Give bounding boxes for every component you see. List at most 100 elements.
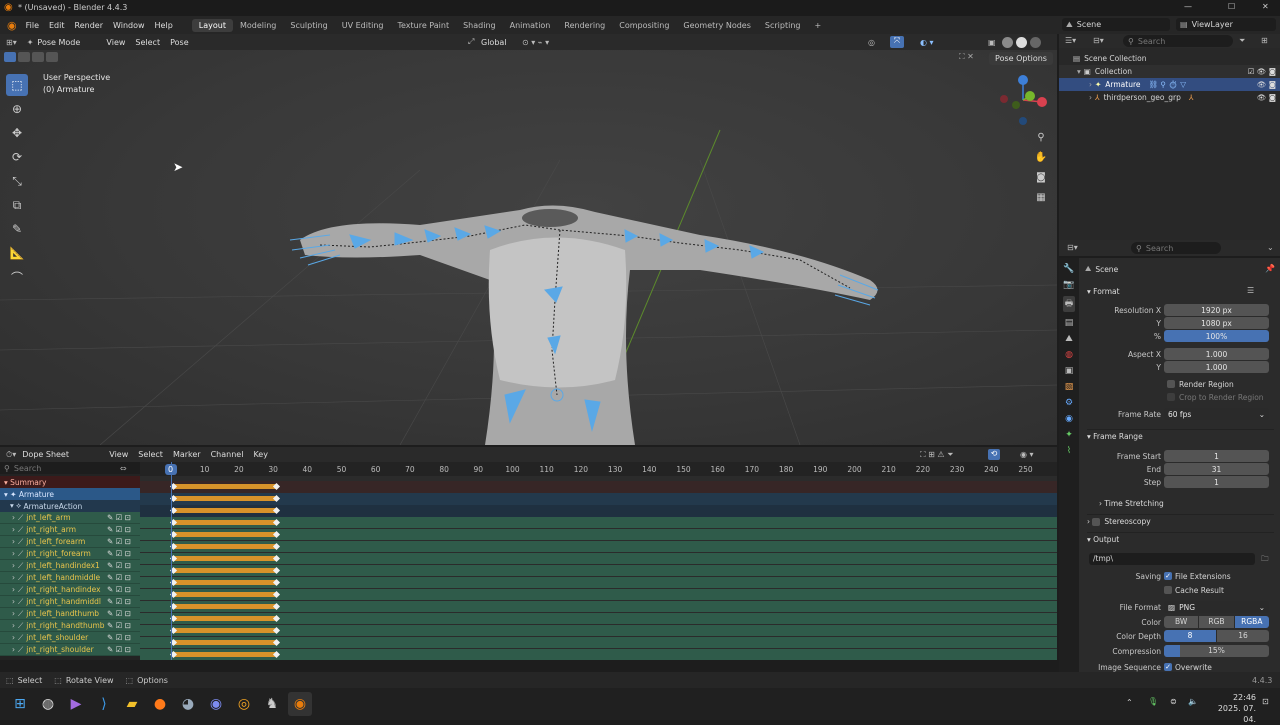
discord-icon[interactable]: ◉ xyxy=(204,692,228,716)
outliner-item-armature[interactable]: › ✦ Armature ⛓ ⚲ ⏱ ▽ 👁 ◙ xyxy=(1059,78,1280,91)
tab-sculpting[interactable]: Sculpting xyxy=(283,19,334,32)
world-tab-icon[interactable]: ◍ xyxy=(1065,350,1073,360)
camera-view-icon[interactable]: ◙ xyxy=(1033,169,1049,185)
output-path-field[interactable]: /tmp\ xyxy=(1089,553,1255,565)
transform-tool-icon[interactable]: ⧉ xyxy=(6,194,28,216)
app-cat-icon[interactable]: ♞ xyxy=(260,692,284,716)
dope-mode-dropdown[interactable]: Dope Sheet xyxy=(22,450,104,459)
add-workspace-button[interactable]: + xyxy=(807,19,828,32)
outliner-search[interactable]: ⚲ Search xyxy=(1123,35,1233,47)
menu-help[interactable]: Help xyxy=(150,21,178,30)
overwrite-checkbox[interactable]: ✓ xyxy=(1164,663,1172,671)
scene-selector[interactable]: ⛰ Scene xyxy=(1062,18,1170,31)
key-hold-bar[interactable] xyxy=(173,532,277,537)
outliner-search-input[interactable]: Search xyxy=(1134,37,1165,46)
file-extensions-checkbox[interactable]: ✓ xyxy=(1164,572,1172,580)
dope-menu-channel[interactable]: Channel xyxy=(206,450,249,459)
key-hold-bar[interactable] xyxy=(173,580,277,585)
notification-icon[interactable]: ⊡ xyxy=(1262,697,1269,706)
maximize-button[interactable]: ☐ xyxy=(1228,2,1235,11)
solid-shading-icon[interactable] xyxy=(1002,36,1013,48)
dope-menu-key[interactable]: Key xyxy=(248,450,273,459)
frame-rate-dropdown[interactable]: 60 fps ⌄ xyxy=(1164,408,1269,420)
key-hold-bar[interactable] xyxy=(173,544,277,549)
channel-row[interactable]: › ⟋ jnt_right_shoulder ✎ ☑ ⊡ xyxy=(0,644,140,656)
render-region-checkbox[interactable] xyxy=(1167,380,1175,388)
crop-region-row[interactable]: Crop to Render Region xyxy=(1167,391,1280,403)
outliner-filter-icon[interactable]: ⏷ xyxy=(1239,36,1245,46)
dope-editor-type-icon[interactable]: ⏱▾ xyxy=(0,450,22,460)
channel-toggles[interactable]: ✎ ☑ ⊡ xyxy=(107,585,131,594)
resolution-y-field[interactable]: 1080 px xyxy=(1164,317,1269,329)
color-rgb-button[interactable]: RGB xyxy=(1199,616,1234,628)
armature-channel[interactable]: ▾ ✦ Armature xyxy=(0,488,140,500)
visual-studio-icon[interactable]: ▶ xyxy=(64,692,88,716)
stereoscopy-section-header[interactable]: › Stereoscopy xyxy=(1087,514,1274,528)
pan-hand-icon[interactable]: ✋ xyxy=(1033,149,1049,165)
swap-icon[interactable]: ⇔ xyxy=(120,464,127,473)
geo-visibility-icons[interactable]: 👁 ◙ xyxy=(1257,93,1276,102)
key-hold-bar[interactable] xyxy=(173,556,277,561)
display-mode-icon[interactable]: ⊟▾ xyxy=(1093,36,1104,45)
key-hold-bar[interactable] xyxy=(173,496,277,501)
mic-icon[interactable]: 🎙 xyxy=(1148,697,1158,706)
clock[interactable]: 22:46 2025. 07. 04. xyxy=(1212,692,1256,725)
collection-row[interactable]: ▾ ▣ Collection ☑ 👁 ◙ xyxy=(1059,65,1280,78)
view-layer-selector[interactable]: ▤ ViewLayer xyxy=(1176,18,1276,31)
channel-search[interactable]: ⚲ Search ⇔ xyxy=(0,462,140,474)
current-frame-indicator[interactable]: 0 xyxy=(164,464,177,475)
channel-row[interactable]: › ⟋ jnt_right_forearm ✎ ☑ ⊡ xyxy=(0,548,140,560)
filter-icons[interactable]: ⛶ ⊞ ⚠ ⏷ xyxy=(920,450,954,460)
rendered-shading-icon[interactable] xyxy=(1030,36,1041,48)
output-tab-icon[interactable]: 🖶 xyxy=(1062,296,1076,312)
measure-tool-icon[interactable]: 📐 xyxy=(6,242,28,264)
annotate-tool-icon[interactable]: ✎ xyxy=(6,218,28,240)
view-layer-tab-icon[interactable]: ▤ xyxy=(1065,318,1074,328)
tab-rendering[interactable]: Rendering xyxy=(557,19,612,32)
properties-search[interactable]: ⚲ Search xyxy=(1131,242,1221,254)
channel-toggles[interactable]: ✎ ☑ ⊡ xyxy=(107,513,131,522)
menu-select[interactable]: Select xyxy=(130,38,165,47)
cursor-tool-icon[interactable]: ⊕ xyxy=(6,98,28,120)
key-hold-bar[interactable] xyxy=(173,568,277,573)
rotate-tool-icon[interactable]: ⟳ xyxy=(6,146,28,168)
transform-orientation-dropdown[interactable]: Global xyxy=(481,38,507,47)
frame-step-field[interactable]: 1 xyxy=(1164,476,1269,488)
resolution-pct-field[interactable]: 100% xyxy=(1164,330,1269,342)
render-region-row[interactable]: Render Region xyxy=(1167,378,1280,390)
channel-row[interactable]: › ⟋ jnt_left_handindex1 ✎ ☑ ⊡ xyxy=(0,560,140,572)
tab-texture-paint[interactable]: Texture Paint xyxy=(390,19,456,32)
crop-region-checkbox[interactable] xyxy=(1167,393,1175,401)
output-section-header[interactable]: ▾ Output xyxy=(1087,532,1274,546)
proportional-icon[interactable]: ◉ ▾ xyxy=(1020,450,1034,459)
key-hold-bar[interactable] xyxy=(173,652,277,657)
key-hold-bar[interactable] xyxy=(173,616,277,621)
3d-viewport[interactable]: User Perspective (0) Armature ⛶ ✕ Pose O… xyxy=(0,50,1057,445)
navigation-gizmo[interactable] xyxy=(995,72,1051,128)
tab-compositing[interactable]: Compositing xyxy=(612,19,676,32)
blender-taskbar-icon[interactable]: ◉ xyxy=(288,692,312,716)
channel-row[interactable]: › ⟋ jnt_left_handmiddle ✎ ☑ ⊡ xyxy=(0,572,140,584)
key-hold-bar[interactable] xyxy=(173,628,277,633)
channel-row[interactable]: › ⟋ jnt_right_handindex ✎ ☑ ⊡ xyxy=(0,584,140,596)
cache-result-checkbox[interactable] xyxy=(1164,586,1172,594)
tab-animation[interactable]: Animation xyxy=(503,19,558,32)
overlay-icon[interactable]: ◐ ▾ xyxy=(920,38,934,47)
move-tool-icon[interactable]: ✥ xyxy=(6,122,28,144)
menu-file[interactable]: File xyxy=(21,21,44,30)
channel-row[interactable]: › ⟋ jnt_right_arm ✎ ☑ ⊡ xyxy=(0,524,140,536)
windows-start-icon[interactable]: ⊞ xyxy=(8,692,32,716)
properties-options-icon[interactable]: ⌄ xyxy=(1267,243,1274,252)
tool-tab-icon[interactable]: 🔧 xyxy=(1063,264,1074,274)
channel-row[interactable]: › ⟋ jnt_right_handthumb ✎ ☑ ⊡ xyxy=(0,620,140,632)
aspect-x-field[interactable]: 1.000 xyxy=(1164,348,1269,360)
file-format-dropdown[interactable]: ▨ PNG ⌄ xyxy=(1164,601,1269,613)
channel-row[interactable]: › ⟋ jnt_left_shoulder ✎ ☑ ⊡ xyxy=(0,632,140,644)
vscode-icon[interactable]: ⟩ xyxy=(92,692,116,716)
ortho-grid-icon[interactable]: ▦ xyxy=(1033,189,1049,205)
gizmo-toggle-icon[interactable]: ⤧ xyxy=(890,36,904,48)
close-button[interactable]: ✕ xyxy=(1262,2,1269,11)
zoom-icon[interactable]: ⚲ xyxy=(1033,129,1049,145)
channel-toggles[interactable]: ✎ ☑ ⊡ xyxy=(107,633,131,642)
action-channel[interactable]: ▾ ⟡ ArmatureAction xyxy=(0,500,140,512)
